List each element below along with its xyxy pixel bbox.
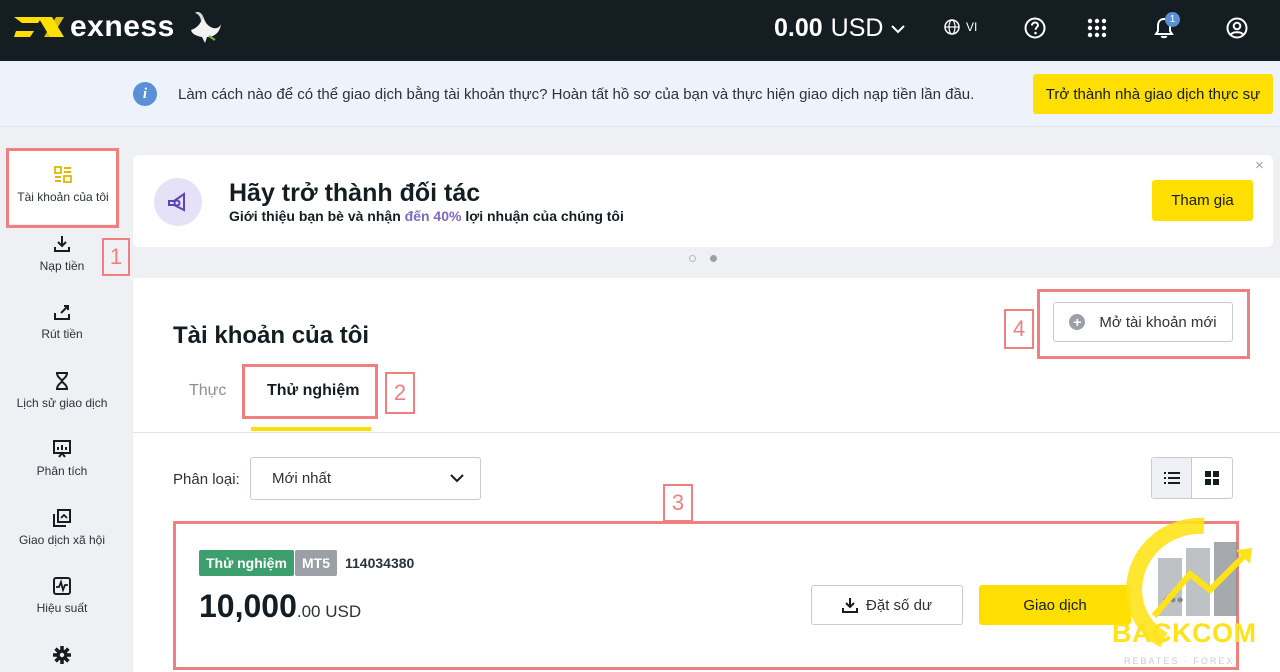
close-icon[interactable]: × (1255, 157, 1264, 174)
join-partner-button[interactable]: Tham gia (1152, 180, 1253, 221)
upload-icon (54, 305, 70, 320)
annotation-box-2 (242, 364, 378, 419)
annotation-box-1 (6, 148, 119, 228)
balance-currency: USD (830, 14, 884, 42)
download-icon (54, 236, 70, 252)
hourglass-icon (56, 372, 68, 390)
carousel-dot[interactable] (689, 255, 696, 262)
chart-icon (53, 440, 71, 458)
megaphone-icon (168, 192, 185, 212)
tiles-icon (1205, 471, 1219, 485)
partner-subtitle-prefix: Giới thiệu bạn bè và nhận (229, 208, 405, 224)
annotation-box-4 (1037, 289, 1250, 359)
gear-icon (53, 646, 71, 664)
info-icon: i (133, 82, 157, 106)
carousel-dot-active[interactable] (710, 255, 717, 262)
apps-button[interactable] (1085, 16, 1109, 40)
apps-grid-icon (1087, 18, 1107, 38)
sidebar-item-settings[interactable] (0, 646, 124, 670)
sidebar-item-label: Hiệu suất (36, 601, 88, 615)
watermark-text: BACKCOM (1112, 618, 1257, 648)
annotation-number-2: 2 (385, 372, 415, 414)
profile-button[interactable] (1225, 16, 1249, 40)
page-title: Tài khoản của tôi (173, 322, 370, 349)
sidebar-item-label: Giao dịch xã hội (18, 533, 106, 547)
partner-subtitle-suffix: lợi nhuận của chúng tôi (461, 208, 624, 224)
sidebar-item-social-trading[interactable]: Giao dịch xã hội (0, 509, 124, 547)
sidebar-item-label: Rút tiền (41, 327, 83, 341)
notification-badge: 1 (1165, 12, 1180, 27)
sort-select[interactable]: Mới nhất (250, 457, 481, 500)
partner-title: Hãy trở thành đối tác (229, 179, 481, 207)
sidebar-item-withdraw[interactable]: Rút tiền (0, 303, 124, 341)
language-code: VI (966, 20, 978, 34)
sidebar-item-history[interactable]: Lịch sử giao dịch (0, 372, 124, 410)
active-tab-indicator (251, 427, 371, 431)
dove-icon (190, 12, 221, 43)
help-icon (1024, 17, 1046, 39)
performance-icon (53, 577, 71, 595)
partner-subtitle-highlight: đến 40% (404, 208, 462, 224)
sidebar-item-label: Phân tích (36, 464, 88, 478)
sidebar-item-analytics[interactable]: Phân tích (0, 440, 124, 478)
partner-subtitle: Giới thiệu bạn bè và nhận đến 40% lợi nh… (229, 208, 624, 224)
annotation-number-3: 3 (663, 484, 693, 522)
list-icon (1163, 472, 1180, 484)
copy-icon (53, 509, 71, 527)
sidebar-item-performance[interactable]: Hiệu suất (0, 577, 124, 615)
annotation-box-3 (173, 521, 1239, 670)
carousel-dots (689, 255, 717, 262)
globe-icon (944, 19, 960, 35)
annotation-number-4: 4 (1004, 309, 1034, 349)
annotation-number-1: 1 (102, 238, 130, 276)
balance-dropdown[interactable]: 0.00 USD (774, 14, 906, 43)
user-icon (1226, 17, 1248, 39)
partner-promo-card: Hãy trở thành đối tác Giới thiệu bạn bè … (133, 155, 1273, 247)
exness-logo[interactable]: exness (12, 10, 223, 44)
help-button[interactable] (1023, 16, 1047, 40)
sidebar-item-label: Lịch sử giao dịch (16, 396, 108, 410)
megaphone-avatar (154, 178, 202, 226)
become-real-trader-button[interactable]: Trở thành nhà giao dịch thực sự (1033, 74, 1273, 114)
watermark-subtext: REBATES · FOREX (1124, 656, 1235, 666)
balance-amount: 0.00 (774, 14, 823, 42)
brand-name: exness (70, 10, 175, 43)
language-selector[interactable]: VI (944, 19, 977, 35)
tab-real[interactable]: Thực (189, 382, 226, 400)
top-bar: exness 0.00 USD VI 1 (0, 0, 1280, 61)
tab-divider (133, 432, 1280, 433)
sort-label: Phân loại: (173, 471, 240, 488)
sort-select-value: Mới nhất (272, 470, 332, 487)
exness-mark-icon (14, 17, 64, 37)
chevron-down-icon (891, 24, 906, 33)
chevron-down-icon (450, 474, 464, 483)
info-banner-text: Làm cách nào để có thể giao dịch bằng tà… (178, 86, 975, 103)
